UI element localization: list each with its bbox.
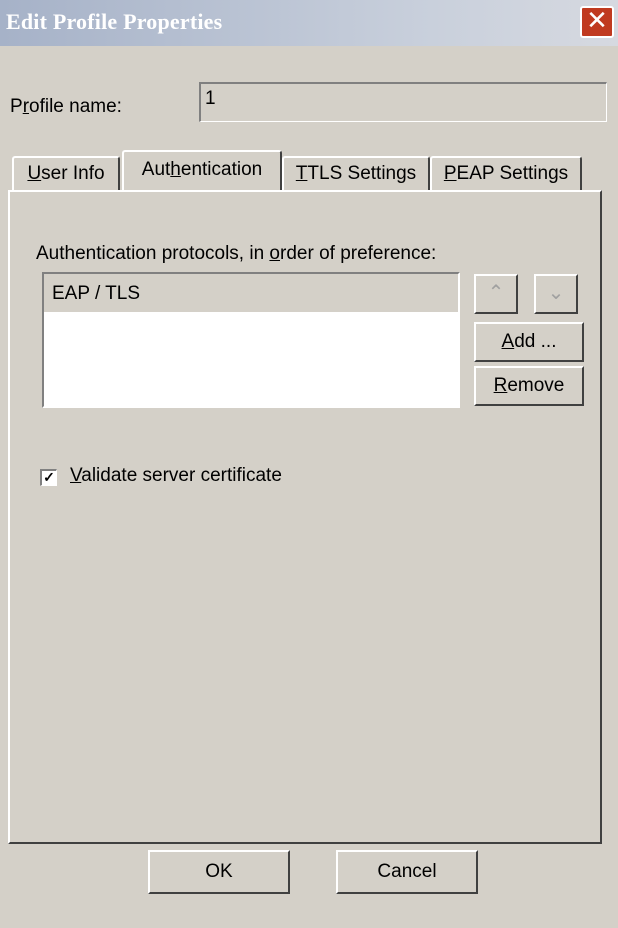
ok-button[interactable]: OK <box>148 850 290 894</box>
validate-certificate-checkbox[interactable]: ✓ <box>40 469 57 486</box>
move-down-button[interactable]: ⌄ <box>534 274 578 314</box>
add-button[interactable]: Add ... <box>474 322 584 362</box>
profile-name-input[interactable] <box>205 88 602 110</box>
validate-certificate-label: Validate server certificate <box>70 465 282 486</box>
close-button[interactable]: ✕ <box>580 6 614 38</box>
tab-user-info[interactable]: User Info <box>12 156 120 190</box>
ok-button-label: OK <box>205 861 233 882</box>
profile-name-field[interactable] <box>199 82 607 122</box>
tab-authentication[interactable]: Authentication <box>122 150 282 190</box>
add-button-label: Add ... <box>501 331 557 352</box>
move-up-button[interactable]: ⌃ <box>474 274 518 314</box>
tab-label: User Info <box>27 163 105 184</box>
tab-label: PEAP Settings <box>443 163 569 184</box>
tab-ttls-settings[interactable]: TTLS Settings <box>282 156 430 190</box>
protocols-label: Authentication protocols, in order of pr… <box>36 243 437 264</box>
protocols-list[interactable]: EAP / TLS <box>42 272 460 408</box>
close-icon: ✕ <box>586 6 608 36</box>
title-bar: Edit Profile Properties ✕ <box>0 0 618 46</box>
profile-name-label: Profile name: <box>10 96 122 117</box>
tab-peap-settings[interactable]: PEAP Settings <box>430 156 582 190</box>
remove-button[interactable]: Remove <box>474 366 584 406</box>
tab-label: Authentication <box>141 159 263 180</box>
tab-label: TTLS Settings <box>295 163 417 184</box>
double-chevron-down-icon: ⌄ <box>547 282 565 304</box>
window-title: Edit Profile Properties <box>6 9 223 34</box>
double-chevron-up-icon: ⌃ <box>487 282 505 304</box>
list-item[interactable]: EAP / TLS <box>44 274 458 312</box>
cancel-button-label: Cancel <box>377 861 437 882</box>
remove-button-label: Remove <box>493 375 565 396</box>
checkmark-icon: ✓ <box>43 469 55 485</box>
cancel-button[interactable]: Cancel <box>336 850 478 894</box>
